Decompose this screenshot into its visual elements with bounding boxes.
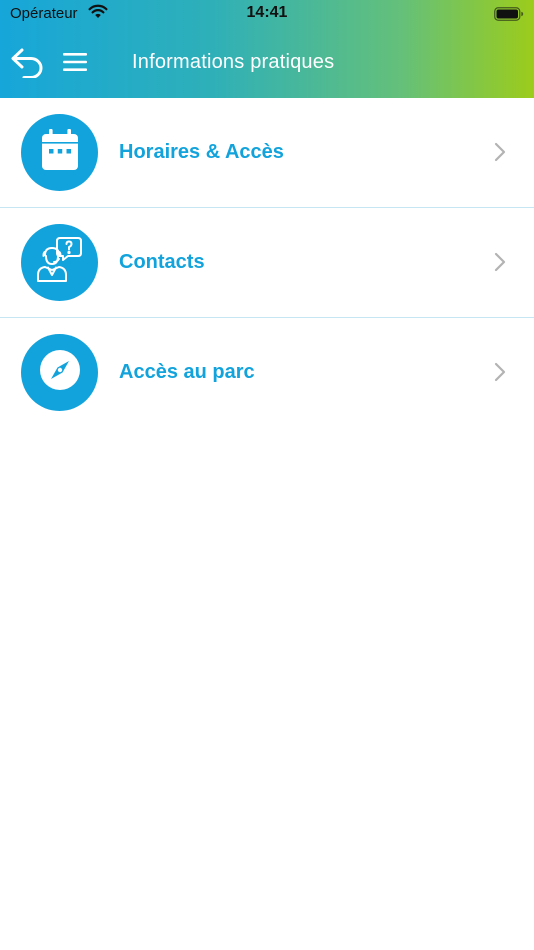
list-item-acces-parc[interactable]: Accès au parc xyxy=(0,318,534,428)
status-time: 14:41 xyxy=(246,4,288,21)
list-item-label: Accès au parc xyxy=(119,361,255,383)
chevron-right-icon xyxy=(494,252,506,277)
battery-icon xyxy=(494,7,524,26)
compass-icon xyxy=(39,349,81,396)
back-icon[interactable] xyxy=(10,46,46,83)
support-agent-icon xyxy=(35,235,85,290)
chevron-right-icon xyxy=(494,142,506,167)
menu-icon[interactable] xyxy=(63,52,88,77)
status-bar: Opérateur 14:41 xyxy=(0,0,534,28)
list-item-label: Horaires & Accès xyxy=(119,141,284,163)
item-icon-circle xyxy=(21,224,98,301)
page-title: Informations pratiques xyxy=(132,51,335,73)
info-list: Horaires & Accès Contacts Accès au parc xyxy=(0,98,534,428)
chevron-right-icon xyxy=(494,362,506,387)
list-item-label: Contacts xyxy=(119,251,205,273)
calendar-icon xyxy=(40,128,80,177)
item-icon-circle xyxy=(21,114,98,191)
list-item-contacts[interactable]: Contacts xyxy=(0,208,534,318)
item-icon-circle xyxy=(21,334,98,411)
list-item-horaires-acces[interactable]: Horaires & Accès xyxy=(0,98,534,208)
app-header: Opérateur 14:41 Informations pratiques xyxy=(0,0,534,98)
